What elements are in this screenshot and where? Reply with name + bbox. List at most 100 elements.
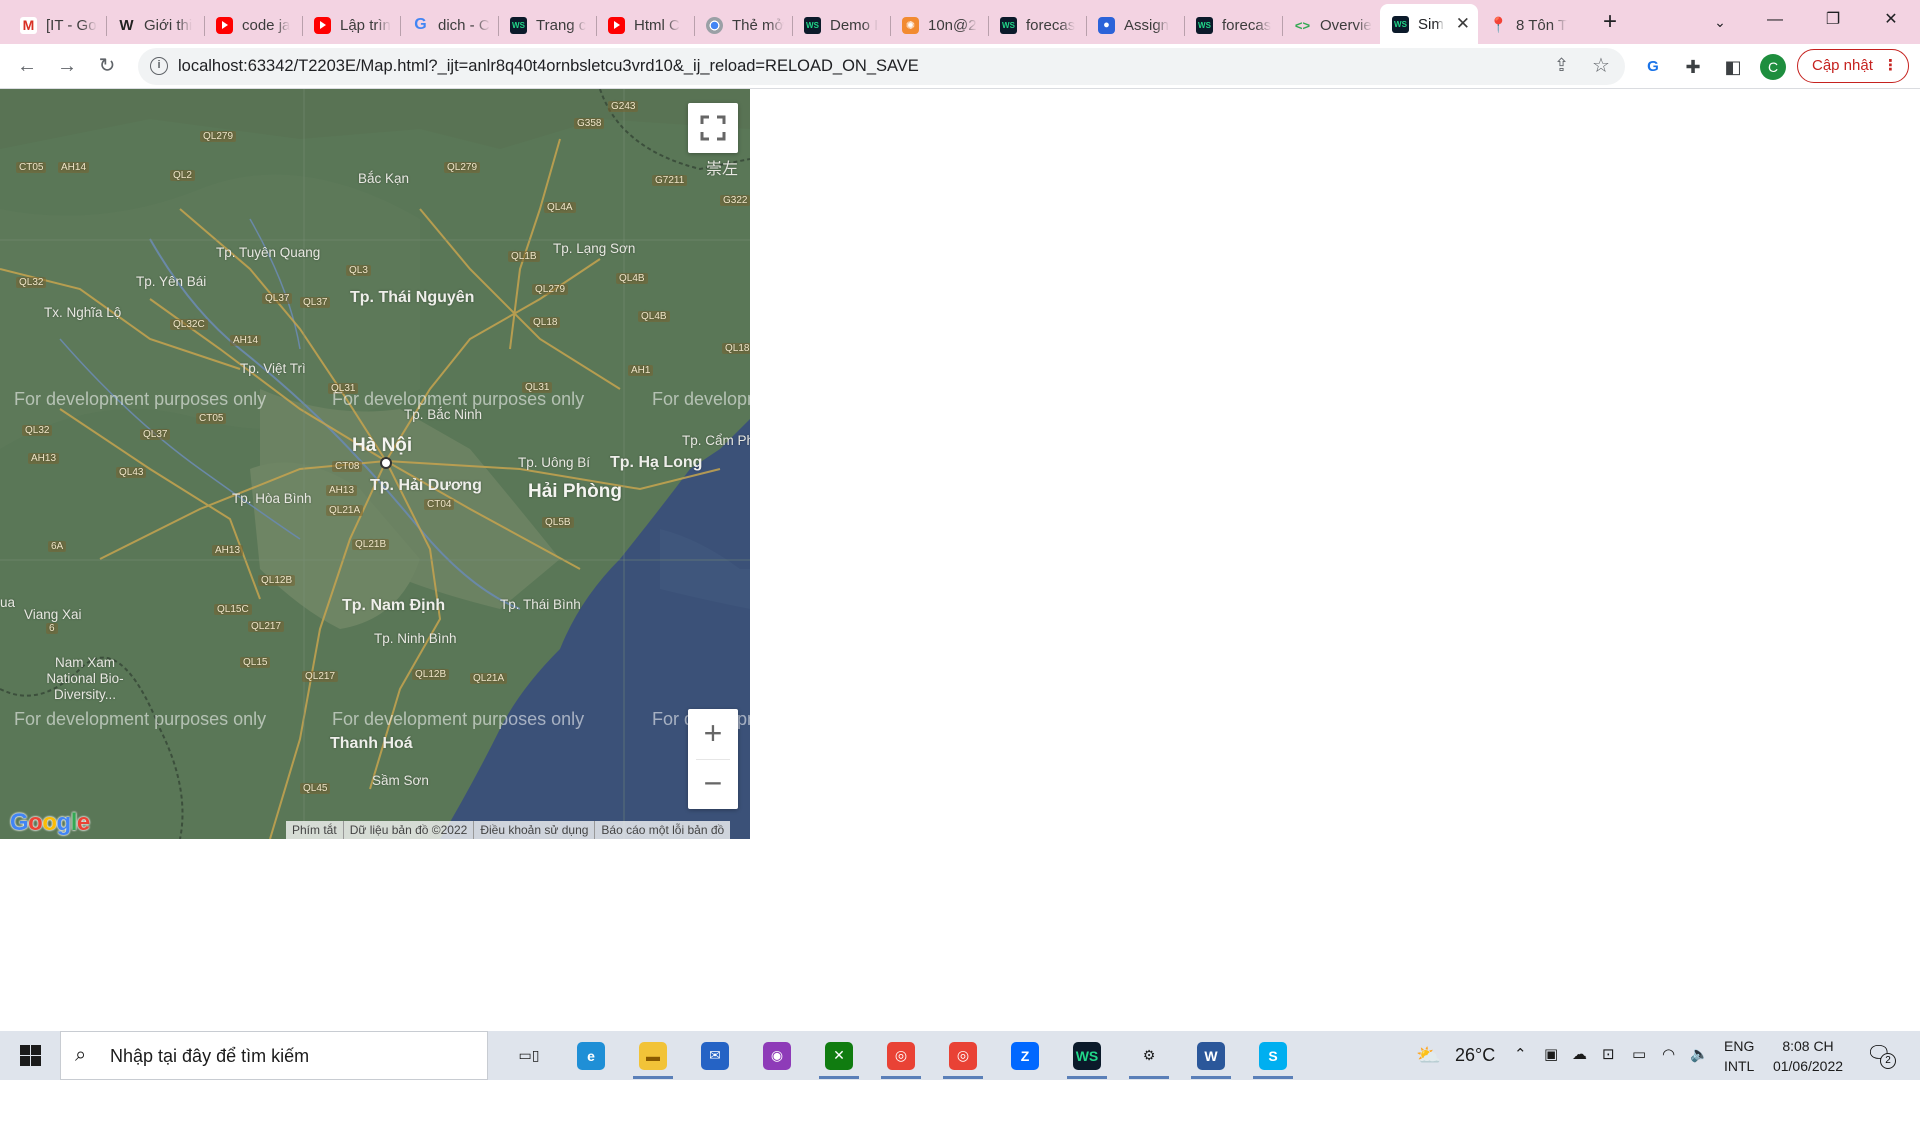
- terms-link[interactable]: Điều khoản sử dụng: [474, 821, 596, 839]
- wifi-icon[interactable]: ◠: [1662, 1045, 1675, 1063]
- map-label-tuyenquang: Tp. Tuyên Quang: [216, 245, 321, 260]
- taskbar-app[interactable]: ▭▯: [504, 1035, 554, 1076]
- security-icon[interactable]: ⊡: [1602, 1045, 1615, 1063]
- road-shield: QL279: [532, 284, 569, 295]
- volume-icon[interactable]: 🔈: [1690, 1045, 1709, 1063]
- restore-icon[interactable]: ❐: [1810, 0, 1856, 40]
- profile-avatar[interactable]: C: [1760, 54, 1786, 80]
- zalo-icon: Z: [1011, 1041, 1039, 1070]
- tab-search-chevron-icon[interactable]: ⌄: [1706, 8, 1734, 36]
- tab[interactable]: WS Trang c: [498, 7, 596, 43]
- dev-watermark: For development purposes only: [332, 709, 585, 729]
- weather-icon[interactable]: ⛅: [1416, 1043, 1441, 1068]
- tab[interactable]: ● Assign: [1086, 7, 1184, 43]
- map-label-thaibinh: Tp. Thái Bình: [500, 597, 581, 612]
- tab[interactable]: Html C: [596, 7, 694, 43]
- tab[interactable]: Thẻ mở: [694, 7, 792, 43]
- tab[interactable]: Gdich - C: [400, 7, 498, 43]
- road-shield: CT05: [196, 413, 227, 424]
- settings-icon: ⚙: [1142, 1047, 1156, 1063]
- road-shield: 6: [46, 623, 58, 634]
- url-text[interactable]: localhost:63342/T2203E/Map.html?_ijt=anl…: [178, 57, 919, 76]
- close-tab-icon[interactable]: ✕: [1456, 14, 1470, 34]
- road-shield: QL15: [240, 657, 271, 668]
- battery-icon[interactable]: ▭: [1632, 1045, 1646, 1063]
- tab[interactable]: Lập trìn: [302, 7, 400, 43]
- tab[interactable]: <> Overvie: [1282, 7, 1380, 43]
- translate-icon[interactable]: G: [1640, 54, 1666, 80]
- google-logo-text: Google: [10, 809, 90, 836]
- taskbar-app[interactable]: WS: [1062, 1035, 1112, 1079]
- onedrive-icon[interactable]: ☁: [1572, 1045, 1587, 1063]
- youtube-icon: [314, 16, 331, 34]
- road-shield: AH13: [28, 453, 60, 464]
- address-bar[interactable]: i localhost:63342/T2203E/Map.html?_ijt=a…: [138, 48, 1625, 85]
- webstorm-icon: WS: [1196, 16, 1213, 34]
- share-icon[interactable]: ⇪: [1554, 55, 1569, 76]
- taskbar-app[interactable]: ◉: [752, 1035, 802, 1076]
- keyboard-shortcuts-link[interactable]: Phím tắt: [286, 821, 344, 839]
- road-shield: QL21A: [326, 505, 364, 516]
- road-shield: QL18: [530, 317, 561, 328]
- notification-center-icon[interactable]: 🗨 2: [1866, 1041, 1896, 1071]
- tab[interactable]: code ja: [204, 7, 302, 43]
- tab[interactable]: 📍 8 Tôn T: [1478, 7, 1576, 43]
- tab-active[interactable]: WS Sim ✕: [1380, 4, 1478, 44]
- tab[interactable]: M [IT - Go: [8, 7, 106, 43]
- taskbar-app[interactable]: S: [1248, 1035, 1298, 1079]
- taskbar-app[interactable]: ◎: [938, 1035, 988, 1079]
- back-arrow-icon[interactable]: ←: [12, 51, 42, 81]
- report-error-link[interactable]: Báo cáo một lỗi bản đồ: [595, 821, 730, 839]
- input-language[interactable]: ENG INTL: [1724, 1036, 1754, 1076]
- zoom-in-button[interactable]: +: [688, 709, 738, 759]
- weather-temperature[interactable]: 26°C: [1455, 1045, 1495, 1066]
- tab[interactable]: WS forecas: [988, 7, 1086, 43]
- tray-chevron-icon[interactable]: ⌃: [1514, 1045, 1527, 1063]
- road-shield: QL2: [170, 170, 195, 181]
- road-shield: QL37: [300, 297, 331, 308]
- minimize-icon[interactable]: —: [1752, 0, 1798, 40]
- taskbar-app[interactable]: e: [566, 1035, 616, 1076]
- new-tab-button[interactable]: +: [1596, 8, 1624, 36]
- bookmark-star-icon[interactable]: ☆: [1592, 53, 1610, 78]
- map-label-ua: ua: [0, 595, 16, 610]
- taskbar-app[interactable]: ✕: [814, 1035, 864, 1079]
- fullscreen-button[interactable]: [688, 103, 738, 153]
- map-label-backan: Bắc Kạn: [358, 171, 410, 186]
- zoom-out-button[interactable]: −: [688, 759, 738, 809]
- forward-arrow-icon[interactable]: →: [52, 51, 82, 81]
- extensions-puzzle-icon[interactable]: ✚: [1680, 54, 1706, 80]
- map-canvas[interactable]: Hà Nội Hải Phòng Tp. Thái Nguyên Tp. Nam…: [0, 89, 750, 839]
- taskbar-app[interactable]: Z: [1000, 1035, 1050, 1076]
- taskbar-app[interactable]: ⚙: [1124, 1035, 1174, 1079]
- search-placeholder: Nhập tại đây để tìm kiếm: [110, 1046, 310, 1066]
- reload-icon[interactable]: ↻: [92, 51, 122, 81]
- meet-icon[interactable]: ▣: [1544, 1045, 1558, 1063]
- side-panel-icon[interactable]: ◧: [1720, 54, 1746, 80]
- road-shield: QL5B: [542, 517, 574, 528]
- gmail-icon: M: [20, 16, 37, 34]
- tab[interactable]: ✺ 10n@2: [890, 7, 988, 43]
- close-window-icon[interactable]: ✕: [1868, 0, 1914, 40]
- taskbar-app[interactable]: W: [1186, 1035, 1236, 1079]
- taskbar-app[interactable]: ✉: [690, 1035, 740, 1076]
- clock-date: 01/06/2022: [1772, 1058, 1844, 1074]
- windows-start-icon[interactable]: [0, 1031, 60, 1080]
- taskbar-search-box[interactable]: ⌕ Nhập tại đây để tìm kiếm: [60, 1031, 488, 1080]
- tab[interactable]: W Giới thi: [106, 7, 204, 43]
- tab[interactable]: WS forecas: [1184, 7, 1282, 43]
- taskbar-app[interactable]: ▬: [628, 1035, 678, 1079]
- xbox-icon: ✕: [825, 1041, 853, 1070]
- taskbar-app[interactable]: ◎: [876, 1035, 926, 1079]
- update-button[interactable]: Cập nhật ⋮: [1797, 49, 1909, 83]
- webstorm-icon: WS: [1073, 1041, 1101, 1070]
- map-label-nghialo: Tx. Nghĩa Lộ: [44, 305, 122, 320]
- road-shield: G322: [720, 195, 750, 206]
- google-logo[interactable]: Google: [10, 809, 90, 837]
- clock[interactable]: 8:08 CH 01/06/2022: [1768, 1036, 1848, 1076]
- road-shield: CT08: [332, 461, 363, 472]
- info-icon[interactable]: i: [150, 57, 168, 75]
- update-button-label: Cập nhật: [1812, 57, 1873, 74]
- tab-list: M [IT - Go W Giới thi code ja Lập trìn Gdi…: [8, 4, 1576, 44]
- tab[interactable]: WS Demo I: [792, 7, 890, 43]
